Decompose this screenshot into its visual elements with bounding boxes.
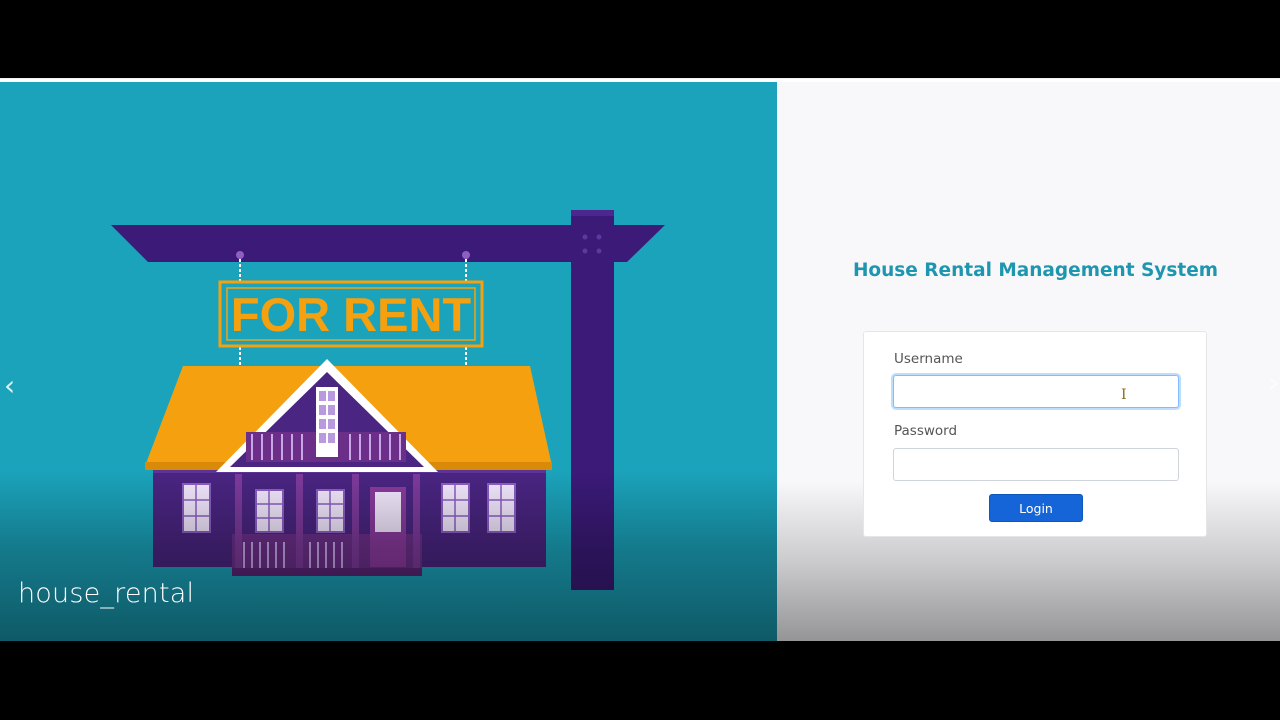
carousel-caption: house_rental [18,578,195,609]
login-panel: House Rental Management System Username … [777,82,1280,641]
for-rent-house-illustration: FOR RENT [111,210,665,590]
for-rent-sign-text: FOR RENT [231,288,472,341]
username-input[interactable] [893,375,1179,408]
app-window: FOR RENT house_rental ‹ House Rental Man… [0,79,1280,641]
chevron-left-icon[interactable]: ‹ [4,372,15,400]
page-title: House Rental Management System [852,260,1219,281]
password-input[interactable] [893,448,1179,481]
carousel-slide: FOR RENT house_rental ‹ [0,82,777,641]
login-form: Username I Password Login [863,331,1207,537]
password-label: Password [894,423,958,439]
username-label: Username [894,351,963,367]
chevron-right-icon[interactable]: › [1268,369,1279,397]
login-button[interactable]: Login [989,494,1083,522]
